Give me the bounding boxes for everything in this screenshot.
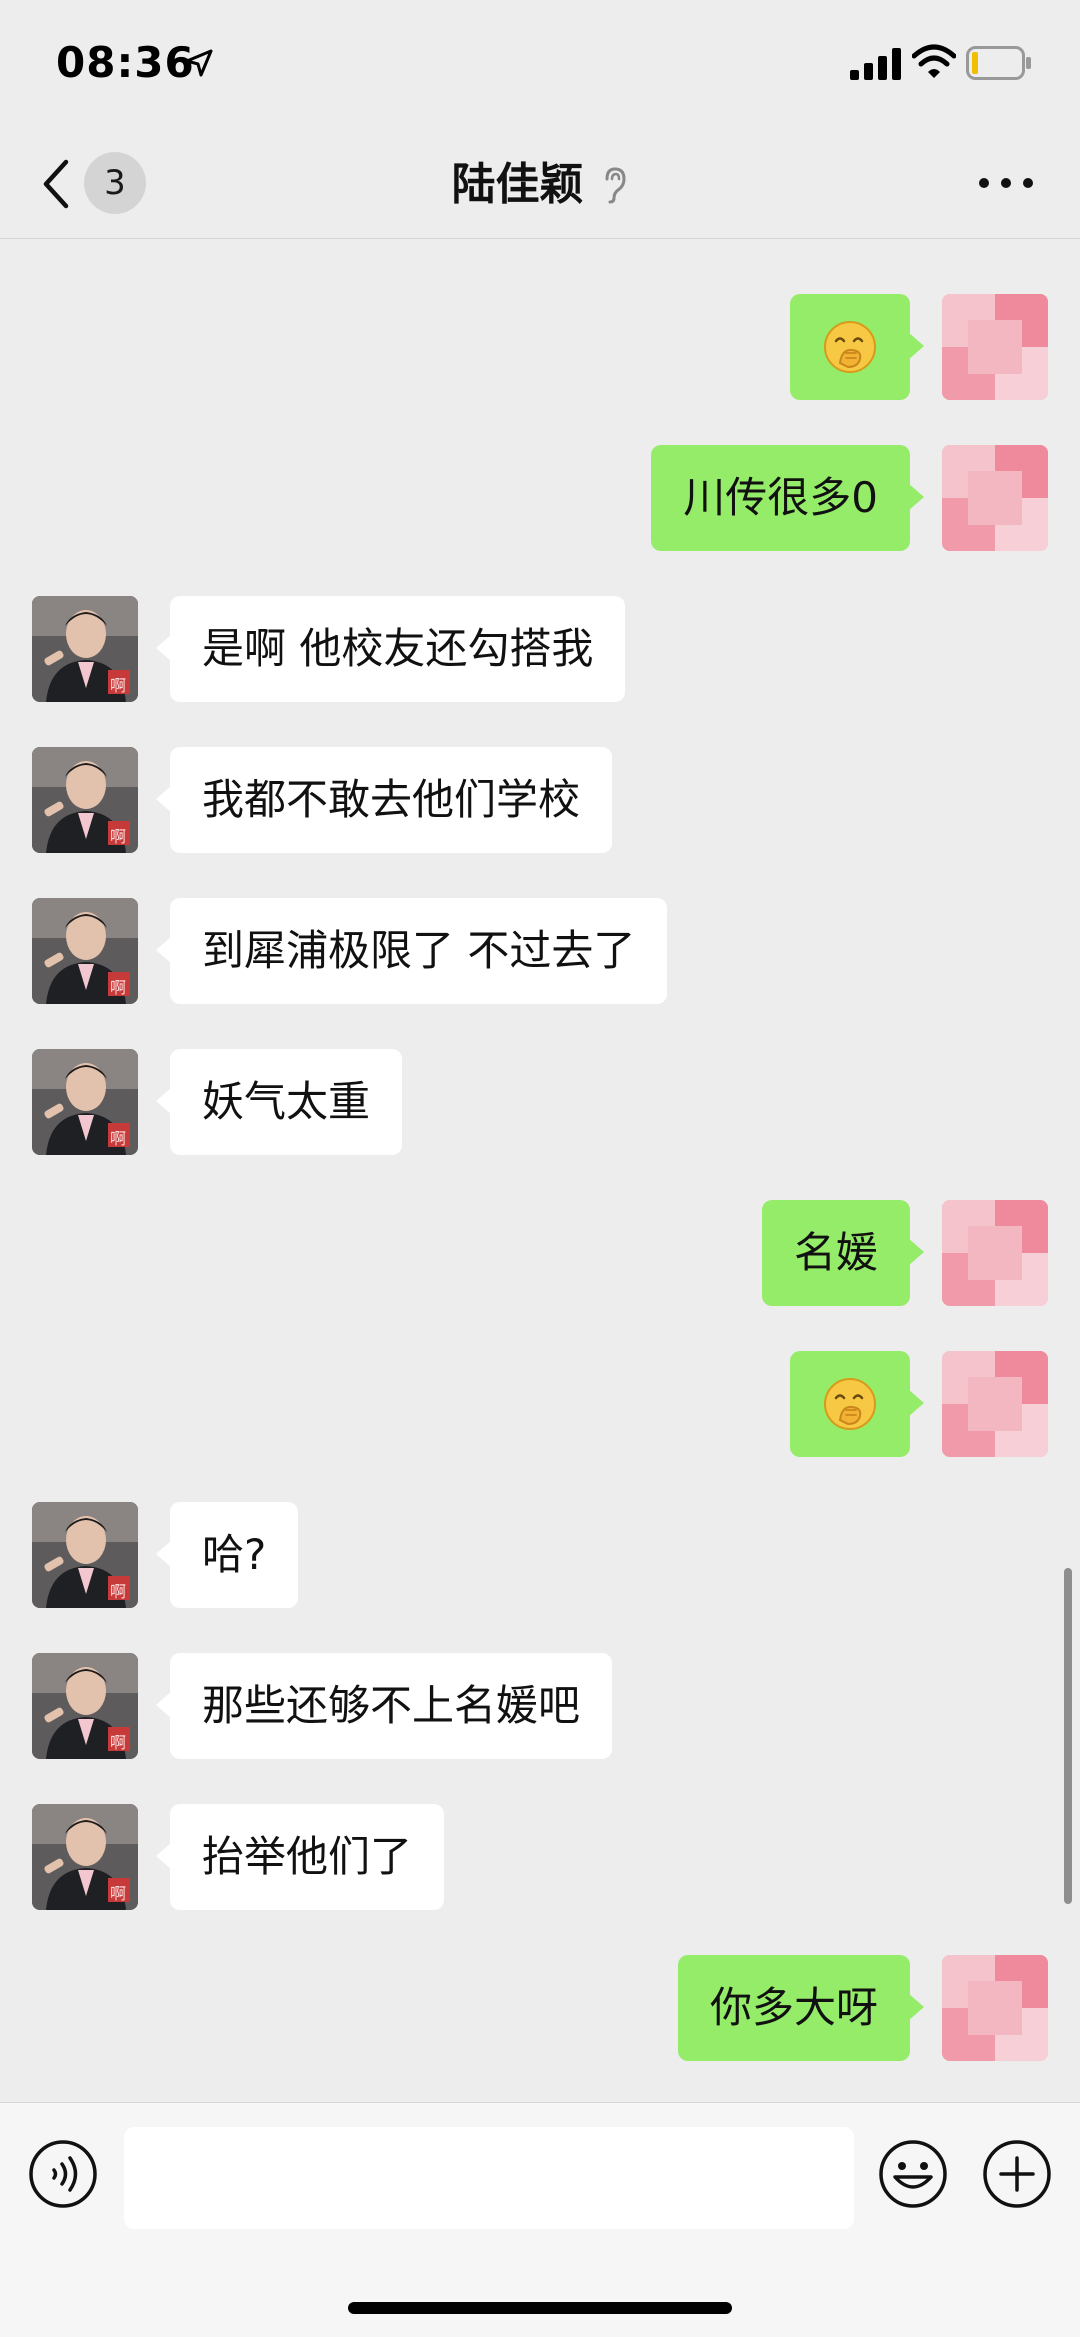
sent-message-row <box>0 294 1080 404</box>
wifi-icon <box>912 44 956 78</box>
avatar-sticker-label: 啊 <box>110 1733 127 1752</box>
sent-message-bubble[interactable] <box>790 294 924 400</box>
hand-over-mouth-emoji-icon <box>824 320 876 373</box>
avatar-sticker-label: 啊 <box>110 1884 127 1903</box>
message-text: 哈? <box>202 1530 267 1579</box>
sent-message-bubble[interactable]: 川传很多0 <box>651 445 924 551</box>
earpiece-mode-icon <box>605 167 626 204</box>
received-message-row: 啊 到犀浦极限了 不过去了 <box>0 898 1080 1008</box>
received-message-row: 啊 抬举他们了 <box>0 1804 1080 1914</box>
message-list[interactable]: 川传很多0 啊是啊 他校友还勾搭我啊我都不敢去他们学校啊到犀浦极限了 不过去了啊妖… <box>0 239 1080 2101</box>
user-avatar[interactable] <box>942 1351 1048 1457</box>
message-text: 那些还够不上名媛吧 <box>202 1681 581 1730</box>
user-avatar[interactable] <box>942 1955 1048 2061</box>
received-message-bubble[interactable]: 是啊 他校友还勾搭我 <box>155 596 626 702</box>
sent-message-bubble[interactable] <box>790 1351 924 1457</box>
message-text: 川传很多0 <box>683 473 878 522</box>
unread-count-badge[interactable]: 3 <box>84 152 146 214</box>
user-avatar[interactable] <box>942 294 1048 400</box>
received-message-row: 啊 那些还够不上名媛吧 <box>0 1653 1080 1763</box>
contact-avatar[interactable]: 啊 <box>32 1653 138 1759</box>
chat-screen: 08:36 3 陆佳颖 川传很多0 啊 是啊 他校友还勾搭我 啊 我都不敢去他们… <box>0 0 1080 2337</box>
message-text: 妖气太重 <box>202 1077 371 1126</box>
message-text: 到犀浦极限了 不过去了 <box>202 926 636 975</box>
location-arrow-icon <box>185 49 213 77</box>
received-message-row: 啊 哈? <box>0 1502 1080 1612</box>
back-chevron-icon[interactable] <box>40 158 70 210</box>
message-text: 抬举他们了 <box>202 1832 413 1881</box>
message-text: 你多大呀 <box>709 1983 878 2032</box>
avatar-sticker-label: 啊 <box>110 676 127 695</box>
message-text: 我都不敢去他们学校 <box>202 775 581 824</box>
avatar-sticker-label: 啊 <box>110 978 127 997</box>
sent-message-bubble[interactable]: 你多大呀 <box>677 1955 925 2061</box>
status-bar: 08:36 <box>0 0 1080 132</box>
avatar-sticker-label: 啊 <box>110 1129 127 1148</box>
avatar-sticker-label: 啊 <box>110 827 127 846</box>
message-text: 是啊 他校友还勾搭我 <box>202 624 594 673</box>
received-message-bubble[interactable]: 抬举他们了 <box>155 1804 445 1910</box>
received-message-row: 啊 是啊 他校友还勾搭我 <box>0 596 1080 706</box>
contact-avatar[interactable]: 啊 <box>32 1804 138 1910</box>
contact-avatar[interactable]: 啊 <box>32 1049 138 1155</box>
received-message-row: 啊 我都不敢去他们学校 <box>0 747 1080 857</box>
contact-avatar[interactable]: 啊 <box>32 747 138 853</box>
emoji-smiley-icon[interactable] <box>878 2139 948 2209</box>
sent-message-bubble[interactable]: 名媛 <box>761 1200 925 1306</box>
received-message-bubble[interactable]: 妖气太重 <box>155 1049 403 1155</box>
voice-input-icon[interactable] <box>28 2139 98 2209</box>
message-input[interactable] <box>124 2127 854 2229</box>
chat-scrollbar[interactable] <box>1064 1568 1072 1904</box>
user-avatar[interactable] <box>942 445 1048 551</box>
status-time: 08:36 <box>56 38 195 87</box>
received-message-bubble[interactable]: 到犀浦极限了 不过去了 <box>155 898 668 1004</box>
plus-add-icon[interactable] <box>982 2139 1052 2209</box>
more-options-icon[interactable] <box>976 168 1036 198</box>
sent-message-row: 川传很多0 <box>0 445 1080 555</box>
contact-avatar[interactable]: 啊 <box>32 1502 138 1608</box>
chat-title: 陆佳颖 <box>451 159 584 210</box>
received-message-bubble[interactable]: 那些还够不上名媛吧 <box>155 1653 613 1759</box>
title-container: 陆佳颖 <box>0 132 1080 238</box>
hand-over-mouth-emoji-icon <box>824 1377 876 1430</box>
chat-header: 3 陆佳颖 <box>0 132 1080 239</box>
sent-message-row <box>0 1351 1080 1461</box>
received-message-row: 啊 妖气太重 <box>0 1049 1080 1159</box>
contact-avatar[interactable]: 啊 <box>32 596 138 702</box>
user-avatar[interactable] <box>942 1200 1048 1306</box>
cellular-signal-icon <box>850 48 901 80</box>
avatar-sticker-label: 啊 <box>110 1582 127 1601</box>
home-indicator[interactable] <box>348 2302 732 2314</box>
contact-avatar[interactable]: 啊 <box>32 898 138 1004</box>
received-message-bubble[interactable]: 我都不敢去他们学校 <box>155 747 613 853</box>
message-text: 名媛 <box>793 1228 878 1277</box>
received-message-bubble[interactable]: 哈? <box>155 1502 299 1608</box>
battery-icon <box>966 46 1031 80</box>
sent-message-row: 名媛 <box>0 1200 1080 1310</box>
sent-message-row: 你多大呀 <box>0 1955 1080 2065</box>
